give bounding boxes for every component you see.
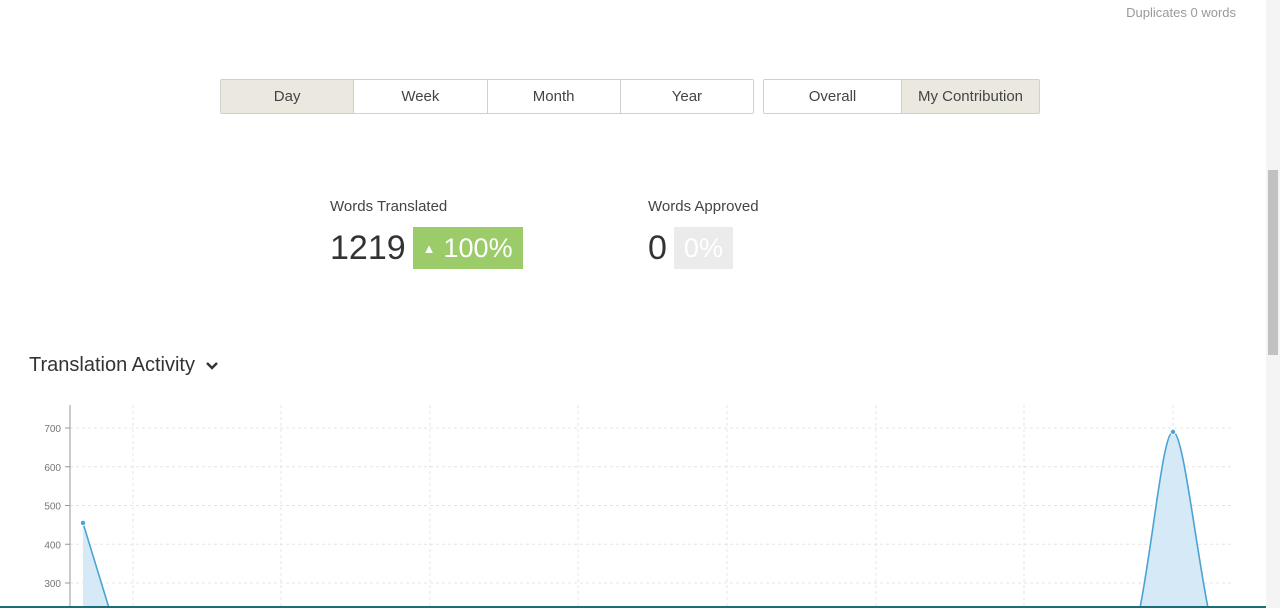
translation-activity-chart: 300 400 500 600 700 <box>44 405 1232 608</box>
words-approved-change-badge: 0% <box>673 227 733 269</box>
chart-lines <box>82 431 1209 608</box>
page: Duplicates 0 words Day Week Month Year O… <box>0 0 1280 608</box>
words-approved-stat: Words Approved 0 0% <box>648 198 759 269</box>
words-approved-label: Words Approved <box>648 198 759 215</box>
scope-filter: Overall My Contribution <box>763 79 1040 114</box>
chart-axis: 300 400 500 600 700 <box>44 405 71 608</box>
words-translated-label: Words Translated <box>330 198 448 215</box>
month-button[interactable]: Month <box>487 80 621 113</box>
triangle-up-icon: ▲ <box>422 240 436 256</box>
y-tick-label: 500 <box>44 502 61 513</box>
words-translated-change: 100% <box>443 232 513 263</box>
chevron-down-icon <box>206 361 218 370</box>
duplicates-count: Duplicates 0 words <box>1126 5 1236 20</box>
my-contribution-button[interactable]: My Contribution <box>902 80 1039 113</box>
y-tick-label: 400 <box>44 540 61 551</box>
day-button[interactable]: Day <box>221 80 355 113</box>
scrollbar-thumb[interactable] <box>1268 170 1278 355</box>
words-translated-value: 1219 <box>330 229 406 267</box>
data-point <box>1170 428 1177 435</box>
year-button[interactable]: Year <box>620 80 753 113</box>
words-approved-value: 0 <box>648 229 667 267</box>
area-right-peak <box>1140 431 1208 608</box>
overall-button[interactable]: Overall <box>764 80 902 113</box>
data-point <box>80 519 87 526</box>
translation-activity-toggle[interactable]: Translation Activity <box>29 354 219 377</box>
chart-grid <box>70 405 1232 608</box>
week-button[interactable]: Week <box>354 80 488 113</box>
section-title: Translation Activity <box>29 354 195 376</box>
period-filter: Day Week Month Year <box>220 79 754 114</box>
y-tick-label: 600 <box>44 463 61 474</box>
words-approved-change: 0% <box>683 232 723 263</box>
vertical-scrollbar[interactable] <box>1266 0 1280 608</box>
chart-areas <box>83 431 1208 608</box>
y-tick-label: 300 <box>44 579 61 590</box>
words-translated-stat: Words Translated 1219 ▲ 100% <box>330 198 523 269</box>
y-tick-label: 700 <box>44 424 61 435</box>
chart-points <box>80 428 1177 526</box>
words-translated-change-badge: ▲ 100% <box>412 227 523 269</box>
